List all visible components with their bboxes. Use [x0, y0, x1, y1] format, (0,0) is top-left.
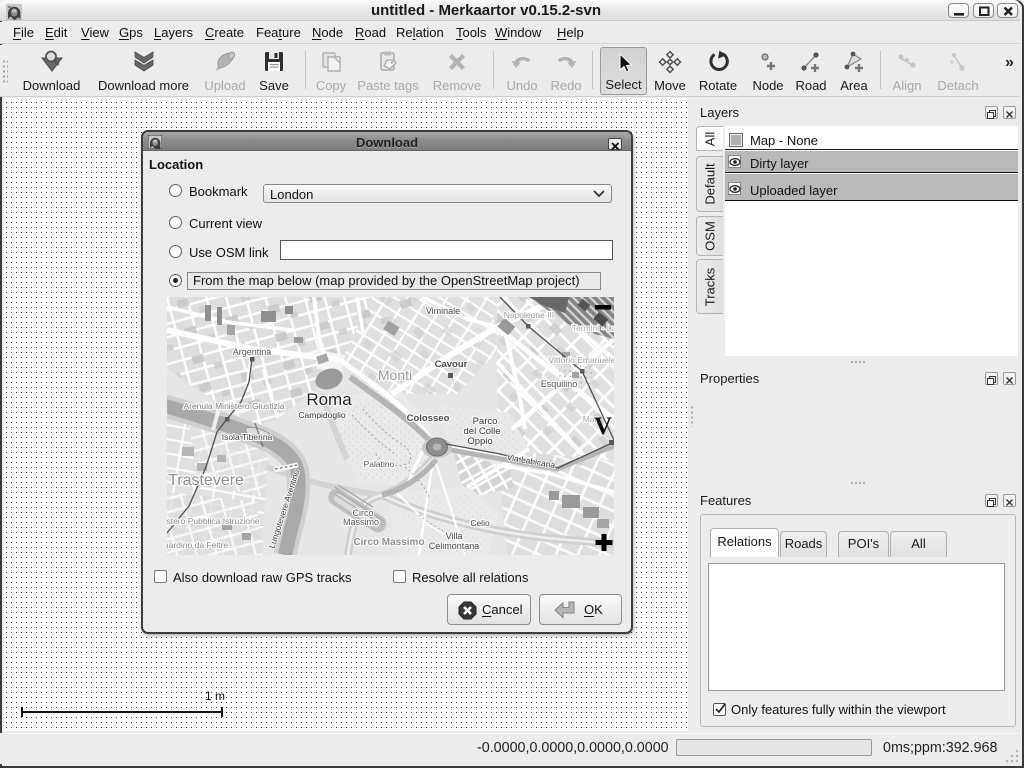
svg-text:Celimontana: Celimontana — [429, 541, 480, 551]
svg-text:Villa: Villa — [446, 531, 463, 541]
svg-text:hardino da Feltre: hardino da Feltre — [167, 540, 228, 550]
svg-text:Circo Massimo: Circo Massimo — [353, 537, 424, 548]
svg-text:Roma: Roma — [306, 390, 352, 409]
svg-text:Oppio: Oppio — [467, 436, 492, 447]
svg-text:Campidoglio: Campidoglio — [298, 410, 346, 420]
svg-text:Cavour: Cavour — [435, 359, 468, 370]
svg-text:Trastevere: Trastevere — [168, 472, 244, 489]
svg-text:Palatino: Palatino — [364, 459, 395, 469]
svg-text:Massimo: Massimo — [343, 517, 379, 527]
svg-text:stero Pubblica Istruzione: stero Pubblica Istruzione — [167, 516, 260, 526]
svg-text:Isola Tiberina: Isola Tiberina — [222, 432, 273, 442]
svg-text:Napoleone III: Napoleone III — [504, 310, 555, 320]
svg-text:Argentina: Argentina — [233, 347, 272, 357]
svg-text:V: V — [594, 413, 612, 440]
svg-text:Arenula Ministero Giustizia: Arenula Ministero Giustizia — [183, 401, 284, 411]
svg-text:Monti: Monti — [378, 367, 412, 383]
svg-text:Viminale: Viminale — [426, 306, 460, 316]
svg-text:Colosseo: Colosseo — [407, 413, 450, 424]
svg-text:Vittorio Emanuele: Vittorio Emanuele — [549, 355, 614, 365]
svg-text:Termini - La: Termini - La — [572, 323, 614, 333]
svg-text:Celio: Celio — [470, 518, 490, 528]
svg-text:Esquilino: Esquilino — [541, 379, 578, 389]
